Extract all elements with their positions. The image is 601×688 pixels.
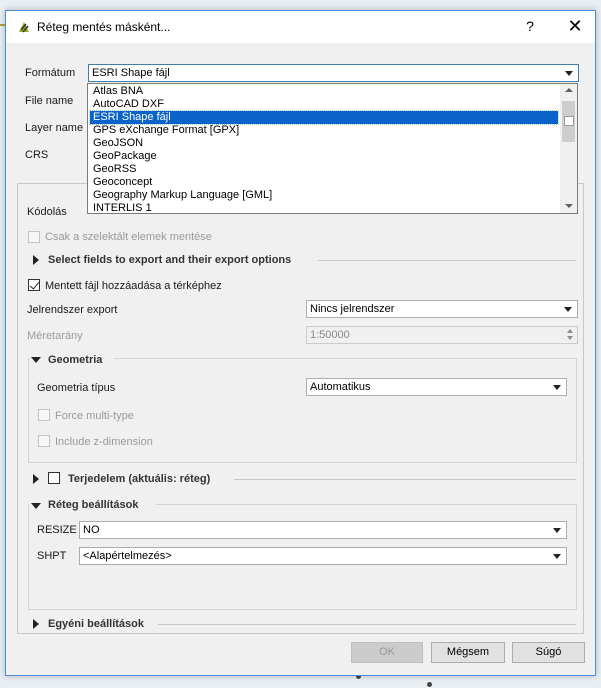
ok-button[interactable]: OK [351, 642, 423, 663]
list-item[interactable]: GeoRSS [90, 163, 558, 176]
format-combo[interactable]: ESRI Shape fájl [88, 64, 579, 82]
chevron-right-icon[interactable] [33, 474, 39, 484]
force-multi-checkbox[interactable] [38, 409, 50, 421]
layer-name-label: Layer name [25, 122, 84, 134]
scrollbar-thumb[interactable] [562, 101, 575, 142]
custom-settings-section-title[interactable]: Egyéni beállítások [48, 618, 144, 630]
chevron-down-icon [564, 307, 572, 312]
selected-only-label: Csak a szelektált elemek mentése [45, 231, 212, 243]
chevron-down-icon [553, 385, 561, 390]
select-fields-section-title[interactable]: Select fields to export and their export… [48, 254, 291, 266]
extent-checkbox[interactable] [48, 472, 60, 484]
cancel-button[interactable]: Mégsem [431, 642, 505, 663]
file-name-label: File name [25, 95, 74, 107]
list-item[interactable]: INTERLIS 1 [90, 202, 558, 213]
layer-option-label: RESIZE [37, 524, 77, 536]
geometry-section-title[interactable]: Geometria [48, 354, 102, 366]
symbology-label: Jelrendszer export [27, 304, 118, 316]
layer-option-value: <Alapértelmezés> [83, 550, 172, 562]
include-z-label: Include z-dimension [55, 436, 153, 448]
scale-spinbox[interactable]: 1:50000 [306, 326, 578, 344]
encoding-label: Kódolás [27, 206, 67, 218]
qgis-logo-icon [17, 20, 31, 34]
background-map-point [427, 682, 432, 687]
chevron-down-icon [553, 528, 561, 533]
section-divider [318, 260, 576, 261]
geometry-type-combo[interactable]: Automatikus [306, 378, 567, 396]
symbology-combo-value: Nincs jelrendszer [310, 303, 395, 315]
list-item[interactable]: Atlas BNA [90, 85, 558, 98]
format-dropdown-list[interactable]: Atlas BNA AutoCAD DXF ESRI Shape fájl GP… [87, 83, 578, 214]
help-button[interactable]: Súgó [512, 642, 585, 663]
window-title: Réteg mentés másként... [37, 20, 171, 34]
extent-section-title[interactable]: Terjedelem (aktuális: réteg) [68, 473, 210, 485]
section-divider [158, 624, 576, 625]
layer-settings-section-title[interactable]: Réteg beállítások [48, 499, 138, 511]
spin-arrows-icon[interactable] [566, 328, 575, 342]
geometry-type-label: Geometria típus [37, 382, 116, 394]
scroll-up-icon[interactable] [565, 88, 573, 92]
layer-option-label: SHPT [37, 550, 67, 562]
list-item[interactable]: GPS eXchange Format [GPX] [90, 124, 558, 137]
spin-down-icon[interactable] [567, 336, 573, 340]
dropdown-scrollbar[interactable] [560, 84, 577, 213]
list-item[interactable]: Geoconcept [90, 176, 558, 189]
list-item-selected[interactable]: ESRI Shape fájl [89, 110, 559, 125]
close-icon[interactable]: ✕ [565, 16, 585, 36]
chevron-down-icon[interactable] [31, 503, 41, 509]
chevron-right-icon[interactable] [33, 255, 39, 265]
force-multi-label: Force multi-type [55, 410, 134, 422]
symbology-combo[interactable]: Nincs jelrendszer [306, 300, 578, 318]
layer-option-value: NO [83, 524, 100, 536]
options-panel: Kódolás Csak a szelektált elemek mentése… [17, 183, 584, 634]
layer-option-combo[interactable]: NO [79, 521, 567, 539]
list-item[interactable]: GeoPackage [90, 150, 558, 163]
spin-up-icon[interactable] [567, 329, 573, 333]
include-z-checkbox[interactable] [38, 435, 50, 447]
add-to-map-checkbox[interactable] [28, 279, 40, 291]
chevron-right-icon[interactable] [33, 619, 39, 629]
layer-option-combo[interactable]: <Alapértelmezés> [79, 547, 567, 565]
crs-label: CRS [25, 149, 49, 161]
list-item[interactable]: AutoCAD DXF [90, 98, 558, 111]
add-to-map-label: Mentett fájl hozzáadása a térképhez [45, 280, 222, 292]
selected-only-checkbox[interactable] [28, 231, 40, 243]
chevron-down-icon[interactable] [31, 357, 41, 363]
title-bar[interactable]: Réteg mentés másként... ? ✕ [6, 11, 595, 43]
chevron-down-icon [565, 71, 573, 76]
save-layer-dialog: Réteg mentés másként... ? ✕ Formátum ESR… [5, 10, 596, 676]
geometry-type-value: Automatikus [310, 381, 371, 393]
help-icon[interactable]: ? [522, 18, 538, 36]
format-combo-value: ESRI Shape fájl [92, 67, 170, 79]
format-label: Formátum [25, 67, 76, 79]
scale-value: 1:50000 [310, 329, 350, 341]
scale-label: Méretarány [27, 330, 83, 342]
list-item[interactable]: Geography Markup Language [GML] [90, 189, 558, 202]
list-item[interactable]: GeoJSON [90, 137, 558, 150]
scroll-down-icon[interactable] [565, 204, 573, 208]
section-divider [234, 479, 576, 480]
chevron-down-icon [553, 554, 561, 559]
